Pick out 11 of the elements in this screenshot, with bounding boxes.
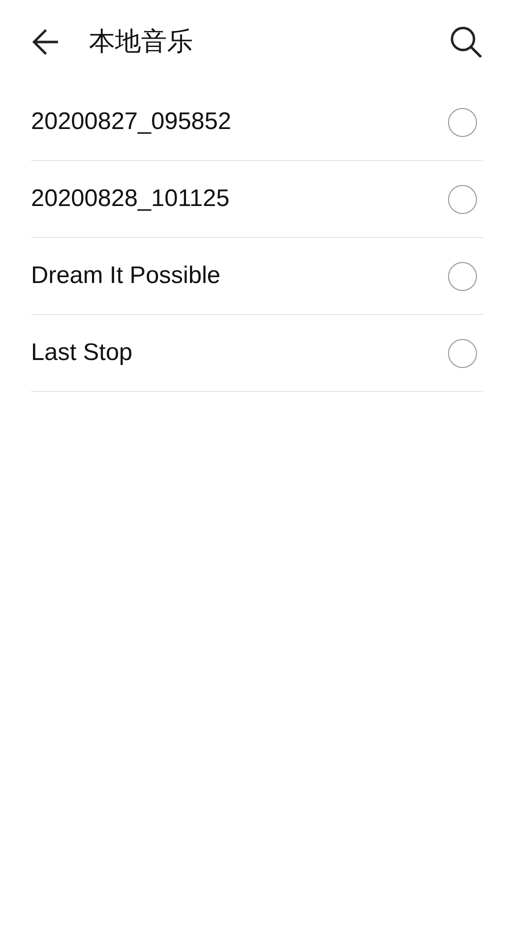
song-title[interactable]: Last Stop [31,335,448,371]
search-icon[interactable] [449,25,483,59]
radio-button[interactable] [448,184,477,214]
song-title[interactable]: 20200827_095852 [31,104,448,140]
radio-button[interactable] [448,108,477,136]
radio-button[interactable] [448,262,477,290]
song-title[interactable]: Dream It Possible [31,258,448,294]
page-title: 本地音乐 [89,26,194,58]
song-title[interactable]: 20200828_101125 [31,181,448,217]
back-arrow-icon[interactable] [31,27,61,57]
radio-button[interactable] [448,338,477,368]
